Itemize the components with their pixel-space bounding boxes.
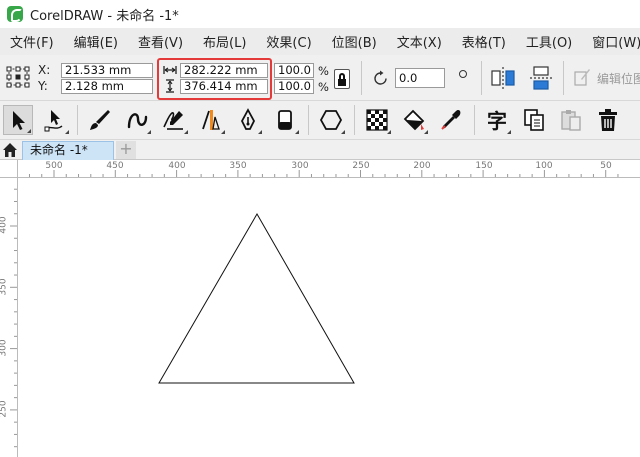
property-bar: X: Y: 21.533 mm 2.128 mm 282.222 mm 376.…	[0, 55, 640, 101]
ruler-h-label: 300	[291, 161, 309, 171]
paste-tool[interactable]	[556, 105, 586, 135]
width-icon	[163, 66, 177, 74]
copy-icon	[524, 109, 544, 131]
ruler-h-label: 450	[106, 161, 124, 171]
rotate-icon	[374, 70, 387, 85]
tab-untitled-1[interactable]: 未命名 -1*	[22, 141, 114, 160]
object-origin-icon[interactable]	[6, 66, 30, 88]
height-field[interactable]: 376.414 mm	[180, 79, 268, 94]
ruler-h-label: 200	[413, 161, 431, 171]
paste-icon	[561, 110, 581, 131]
copy-tool[interactable]	[519, 105, 549, 135]
ruler-v-label: 300	[0, 339, 9, 357]
menu-text[interactable]: 文本(X)	[387, 32, 452, 51]
mirror-vertical-icon[interactable]	[528, 65, 554, 91]
eyedropper-icon	[441, 110, 461, 130]
degree-symbol	[459, 70, 467, 78]
height-icon	[166, 79, 174, 93]
menu-edit[interactable]: 编辑(E)	[64, 32, 128, 51]
coreldraw-app-icon	[7, 6, 23, 22]
menu-table[interactable]: 表格(T)	[452, 32, 516, 51]
scale-y-field[interactable]: 100.0	[274, 79, 314, 94]
eraser-tool[interactable]	[270, 105, 300, 135]
scale-y-percent: %	[318, 80, 329, 94]
menu-layout[interactable]: 布局(L)	[193, 32, 256, 51]
home-icon[interactable]	[2, 142, 18, 158]
polygon-tool[interactable]	[316, 105, 346, 135]
pen-tool[interactable]	[233, 105, 263, 135]
width-field[interactable]: 282.222 mm	[180, 63, 268, 78]
ruler-v-label: 350	[0, 278, 9, 296]
ruler-h-label: 150	[475, 161, 493, 171]
menu-bar: 文件(F) 编辑(E) 查看(V) 布局(L) 效果(C) 位图(B) 文本(X…	[0, 28, 640, 55]
ruler-origin[interactable]	[0, 160, 18, 178]
edit-bitmap-label[interactable]: 编辑位图	[597, 70, 640, 87]
y-label: Y:	[38, 79, 48, 93]
horizontal-ruler[interactable]: 500 450 400 350 300 250 200 150 100 50	[18, 160, 640, 178]
svg-text:字: 字	[487, 109, 507, 133]
scale-x-field[interactable]: 100.0	[274, 63, 314, 78]
dimension-tool[interactable]	[196, 105, 226, 135]
drawing-canvas[interactable]	[19, 178, 640, 457]
x-label: X:	[38, 63, 51, 77]
color-eyedropper-tool[interactable]	[436, 105, 466, 135]
menu-tools[interactable]: 工具(O)	[516, 32, 582, 51]
fill-tool[interactable]	[399, 105, 429, 135]
menu-effects[interactable]: 效果(C)	[256, 32, 321, 51]
x-position-field[interactable]: 21.533 mm	[61, 63, 153, 78]
artistic-media-tool[interactable]	[85, 105, 115, 135]
vertical-ruler[interactable]: 400 350 300 250	[0, 178, 18, 457]
smart-drawing-tool[interactable]	[159, 105, 189, 135]
menu-view[interactable]: 查看(V)	[128, 32, 193, 51]
ruler-v-label: 250	[0, 400, 9, 418]
menu-file[interactable]: 文件(F)	[0, 32, 64, 51]
ruler-h-label: 400	[168, 161, 186, 171]
scale-x-percent: %	[318, 64, 329, 78]
rotation-field[interactable]: 0.0	[395, 68, 445, 88]
curve-tool[interactable]	[122, 105, 152, 135]
ruler-v-label: 400	[0, 216, 9, 234]
ruler-h-label: 500	[45, 161, 63, 171]
edit-bitmap-icon[interactable]	[573, 67, 591, 87]
brush-icon	[90, 110, 110, 130]
ruler-h-label: 50	[600, 161, 612, 171]
lock-ratio-button[interactable]	[334, 69, 350, 89]
transparency-tool[interactable]	[362, 105, 392, 135]
mirror-horizontal-icon[interactable]	[490, 65, 516, 91]
window-title: CorelDRAW - 未命名 -1*	[30, 8, 179, 24]
triangle-shape[interactable]	[158, 212, 355, 384]
ruler-h-label: 250	[352, 161, 370, 171]
toolbox: 字	[0, 101, 640, 140]
delete-tool[interactable]	[593, 105, 623, 135]
title-bar: CorelDRAW - 未命名 -1*	[0, 0, 640, 28]
pick-tool[interactable]	[3, 105, 33, 135]
ruler-h-label: 100	[535, 161, 553, 171]
text-tool[interactable]: 字	[482, 105, 512, 135]
trash-icon	[599, 109, 617, 131]
document-tabs-bar: 未命名 -1* +	[0, 140, 640, 160]
menu-window[interactable]: 窗口(W)	[582, 32, 640, 51]
ruler-h-label: 350	[229, 161, 247, 171]
y-position-field[interactable]: 2.128 mm	[61, 79, 153, 94]
shape-tool[interactable]	[40, 105, 70, 135]
menu-bitmaps[interactable]: 位图(B)	[322, 32, 387, 51]
add-tab-button[interactable]: +	[116, 141, 136, 159]
